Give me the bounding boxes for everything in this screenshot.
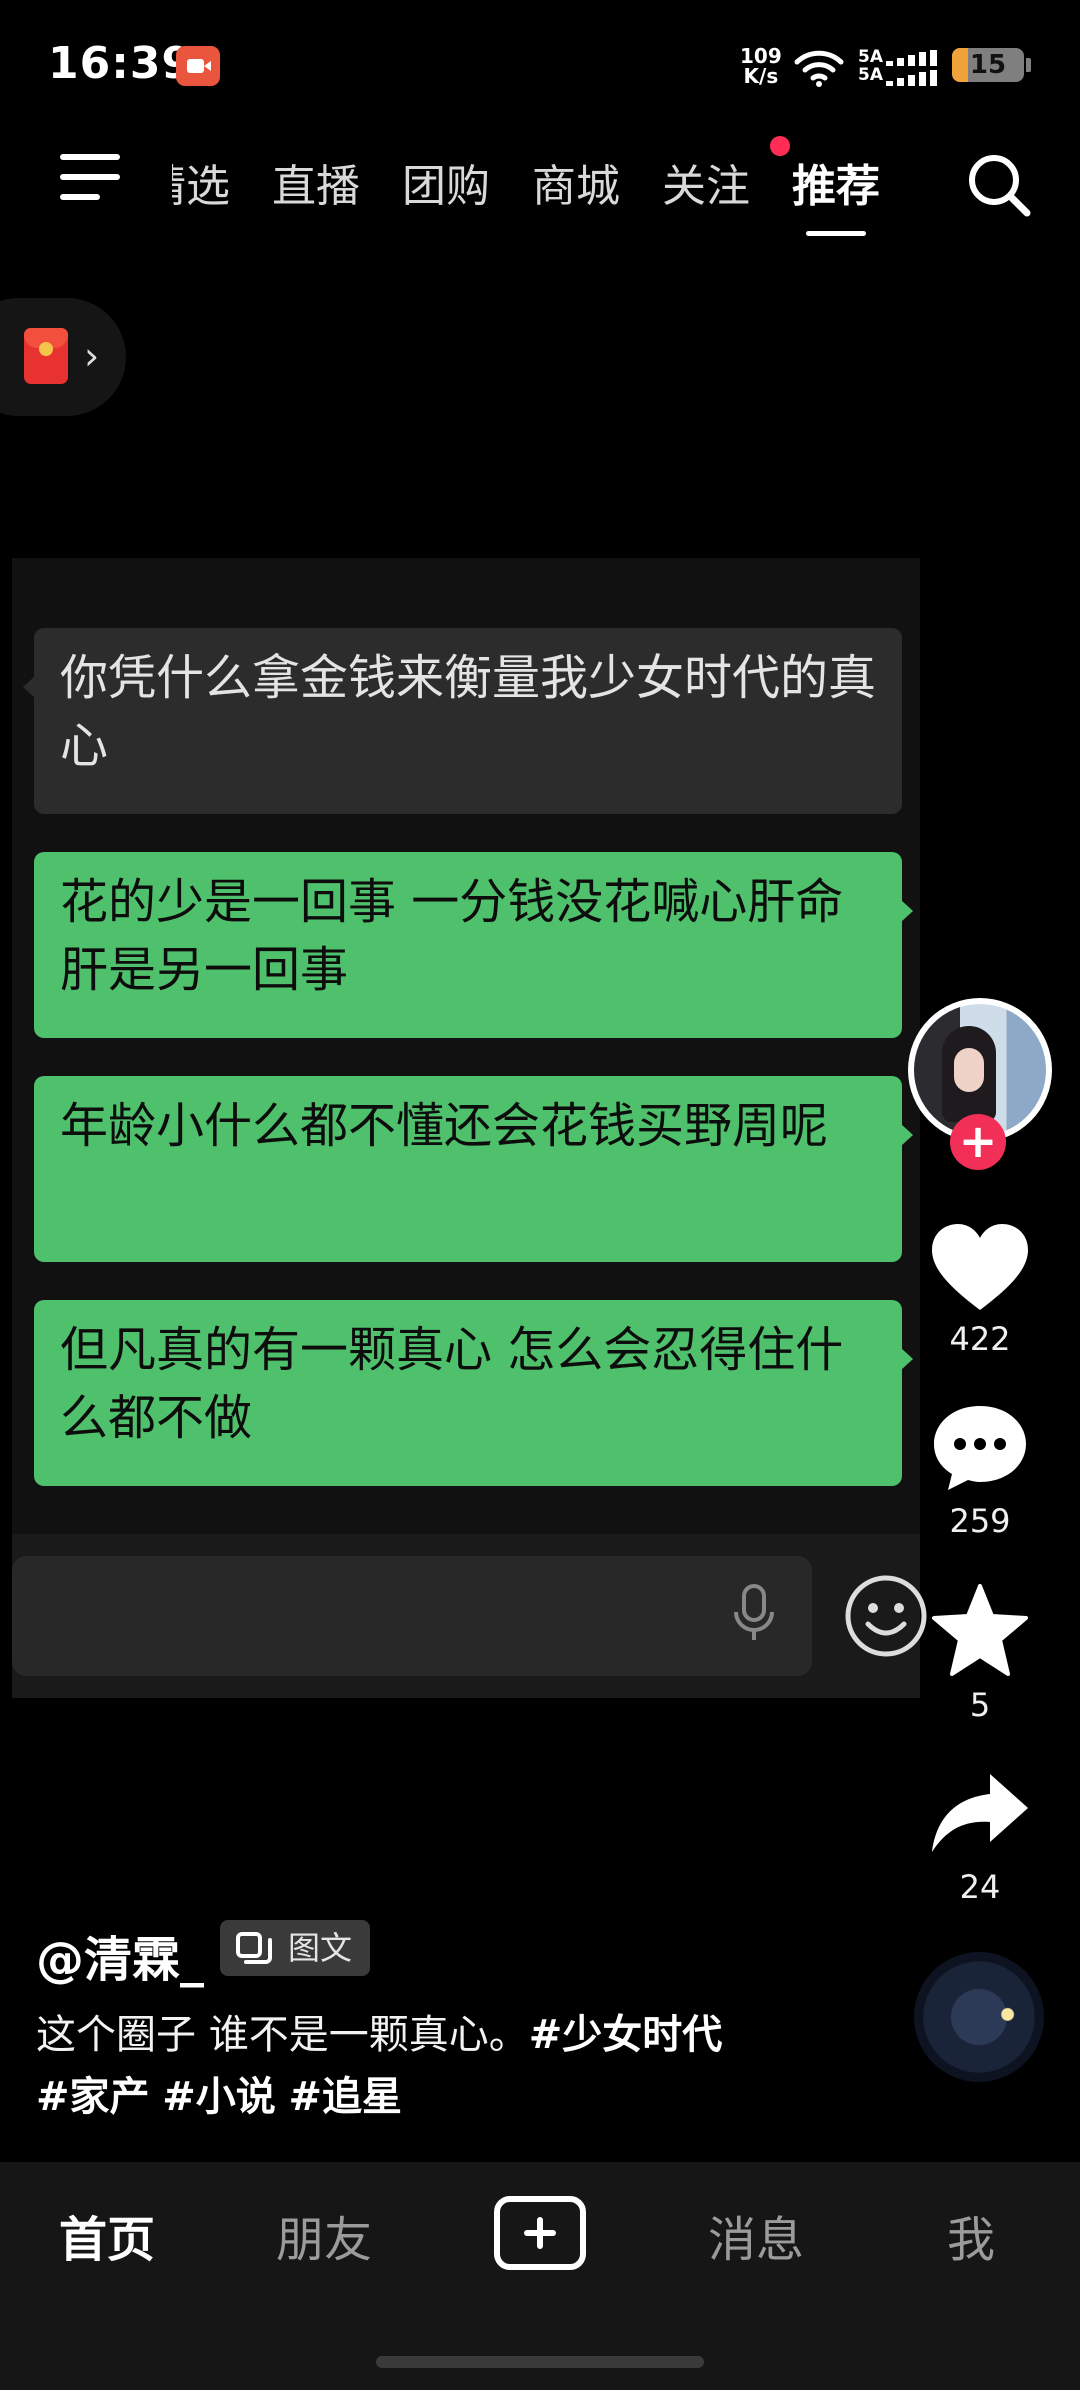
post-caption: 这个圈子 谁不是一颗真心。#少女时代 #家产 #小说 #追星 <box>36 2004 856 2128</box>
chat-input-bar <box>12 1534 927 1698</box>
music-disc-icon[interactable] <box>914 1952 1044 2082</box>
tab-featured[interactable]: 精选 <box>172 150 230 214</box>
chat-bubble-sent: 但凡真的有一颗真心 怎么会忍得住什么都不做 <box>34 1300 913 1486</box>
tab-live[interactable]: 直播 <box>272 150 360 214</box>
bottom-nav-home[interactable]: 首页 <box>32 2200 182 2270</box>
follow-plus-button[interactable]: + <box>950 1114 1006 1170</box>
like-heart-icon[interactable] <box>928 1222 1032 1314</box>
signal-label-1: 5A <box>858 47 883 67</box>
comment-icon[interactable] <box>928 1402 1032 1494</box>
red-packet-icon <box>24 328 68 384</box>
chat-bubble-sent: 花的少是一回事 一分钱没花喊心肝命肝是另一回事 <box>34 852 913 1038</box>
tab-group-buy[interactable]: 团购 <box>402 150 490 214</box>
tab-following[interactable]: 关注 <box>662 150 750 214</box>
screen-record-icon <box>176 46 220 86</box>
bottom-nav-friends[interactable]: 朋友 <box>249 2200 399 2270</box>
battery-cap <box>1026 58 1031 72</box>
tab-mall[interactable]: 商城 <box>532 150 620 214</box>
chat-screenshot: 你凭什么拿金钱来衡量我少女时代的真心 花的少是一回事 一分钱没花喊心肝命肝是另一… <box>12 558 927 1698</box>
home-indicator <box>376 2356 704 2368</box>
signal-labels: 5A 5A <box>858 48 883 84</box>
status-time: 16:39 <box>48 38 194 89</box>
signal-label-2: 5A <box>858 65 883 85</box>
bottom-nav-me[interactable]: 我 <box>896 2200 1046 2270</box>
battery-level: 15 <box>969 50 1007 80</box>
caption-text: 这个圈子 谁不是一颗真心。 <box>36 2012 529 2058</box>
share-icon[interactable] <box>928 1770 1032 1862</box>
chat-bubble-received: 你凭什么拿金钱来衡量我少女时代的真心 <box>23 628 902 814</box>
image-post-icon <box>236 1932 272 1964</box>
favorite-count: 5 <box>969 1686 991 1724</box>
hashtag[interactable]: #家产 <box>36 2074 150 2120</box>
network-speed-unit: K/s <box>743 64 779 88</box>
share-count: 24 <box>959 1868 1001 1906</box>
wifi-icon <box>794 50 844 87</box>
tab-recommended[interactable]: 推荐 <box>792 150 880 236</box>
chat-input-box <box>12 1556 812 1676</box>
battery-icon: 15 <box>952 48 1024 82</box>
create-post-button[interactable] <box>494 2196 586 2270</box>
like-count: 422 <box>949 1320 1011 1358</box>
menu-icon[interactable] <box>60 154 122 200</box>
cellular-signal-icon <box>886 50 937 86</box>
author-name[interactable]: @清霖_ <box>36 1920 204 1990</box>
notification-dot <box>770 136 790 156</box>
hashtag[interactable]: #少女时代 <box>529 2012 723 2058</box>
network-speed-value: 109 <box>740 44 782 68</box>
bottom-nav-messages[interactable]: 消息 <box>681 2200 831 2270</box>
hashtag[interactable]: #追星 <box>288 2074 402 2120</box>
favorite-star-icon[interactable] <box>928 1584 1032 1676</box>
microphone-icon <box>734 1584 774 1640</box>
top-nav-tabs: 精选 直播 团购 商城 关注 推荐 <box>172 150 880 236</box>
hashtag[interactable]: #小说 <box>162 2074 276 2120</box>
chat-bubble-sent: 年龄小什么都不懂还会花钱买野周呢 <box>34 1076 913 1262</box>
emoji-icon <box>845 1575 927 1657</box>
chevron-right-icon: › <box>84 334 100 378</box>
network-speed: 109 K/s <box>740 46 782 86</box>
comment-count: 259 <box>949 1502 1011 1540</box>
search-icon[interactable] <box>966 152 1032 218</box>
